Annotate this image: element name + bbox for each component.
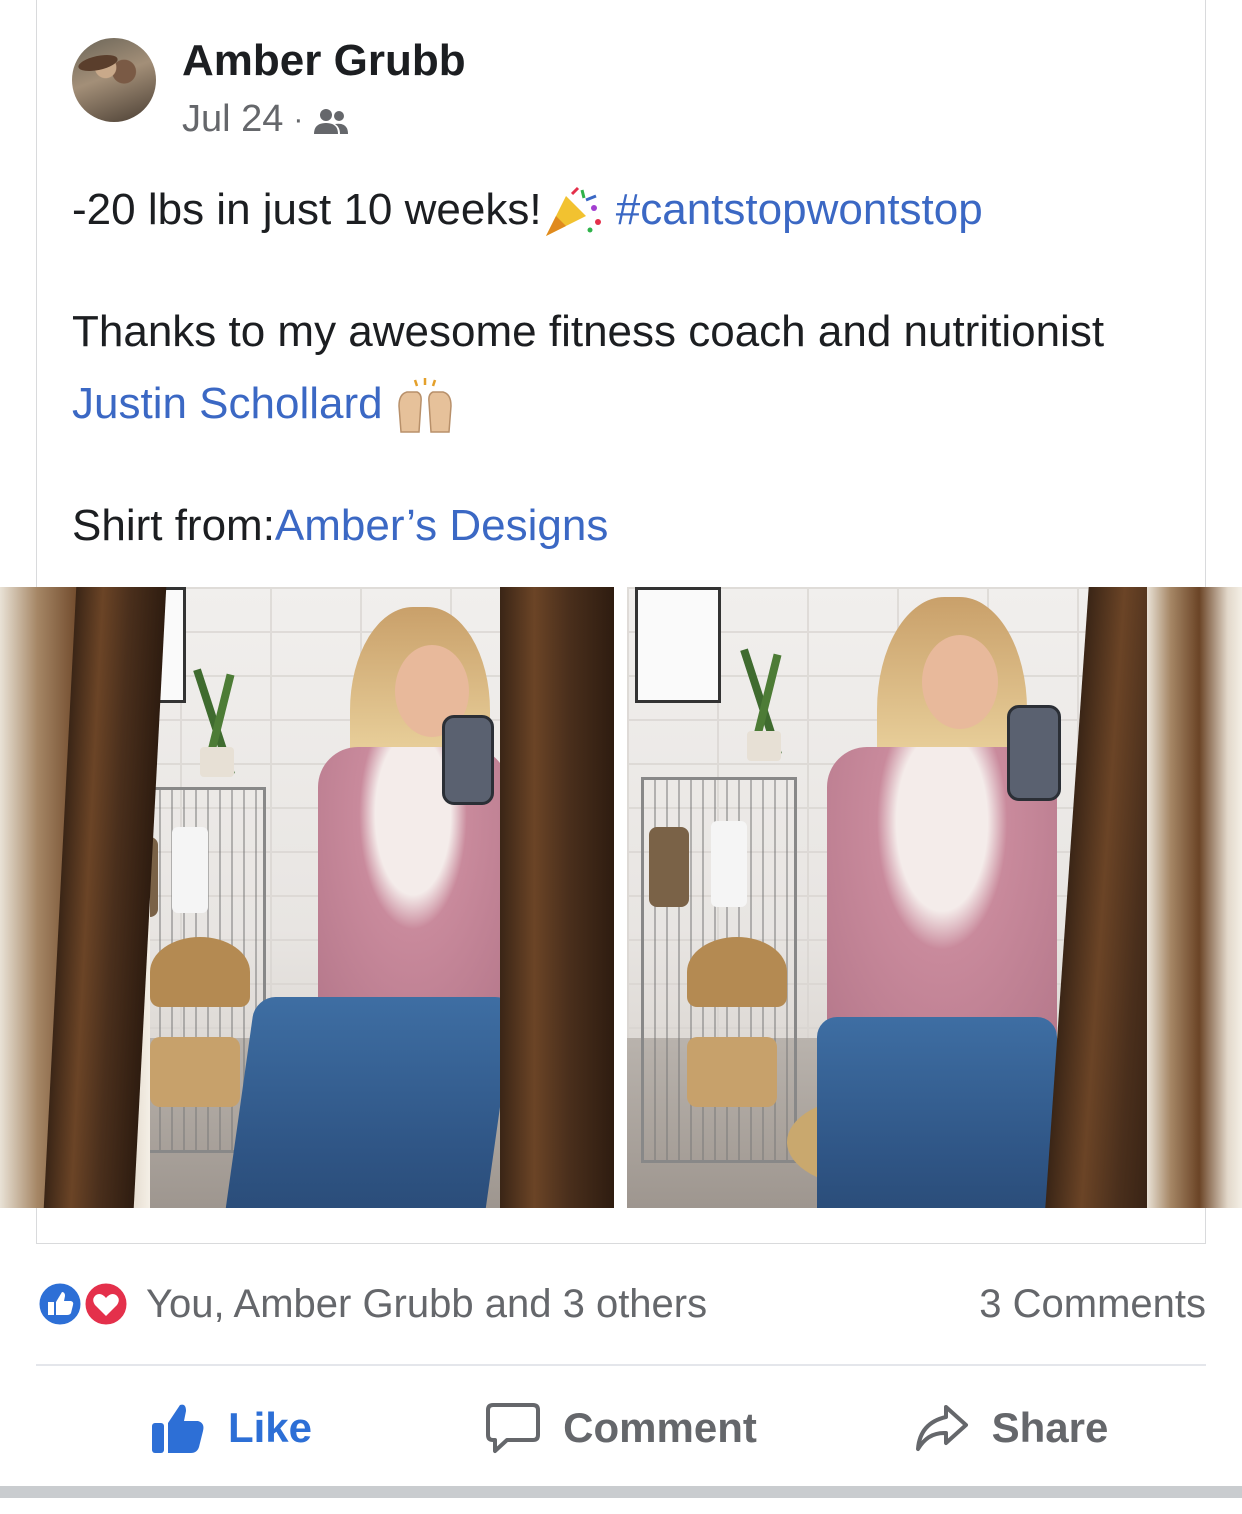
paper-towel-roll	[172, 827, 208, 913]
thumbs-up-icon	[151, 1404, 204, 1453]
reactions-bar[interactable]: You, Amber Grubb and 3 others 3 Comments	[36, 1280, 1206, 1336]
post-line-2: Thanks to my awesome fitness coach and n…	[72, 304, 1104, 360]
woven-basket	[150, 937, 250, 1007]
raising-hands-icon	[398, 378, 452, 434]
like-label: Like	[227, 1404, 313, 1451]
post-text-thanks: Thanks to my awesome fitness coach and n…	[72, 307, 1105, 356]
woven-basket	[687, 937, 787, 1007]
avatar-hat-detail	[76, 51, 120, 75]
post-actions: Like Comment Share	[36, 1388, 1206, 1468]
post-line-4: Shirt from:Amber’s Designs	[72, 498, 608, 554]
person-face	[922, 635, 998, 729]
meta-separator: ·	[293, 102, 304, 136]
party-popper-icon	[545, 187, 601, 237]
post-text-weight-loss: -20 lbs in just 10 weeks!	[72, 185, 542, 234]
photo-left[interactable]	[0, 587, 614, 1208]
paper-towel-roll	[711, 821, 747, 907]
avatar[interactable]	[72, 38, 156, 122]
comments-count[interactable]: 3 Comments	[979, 1282, 1206, 1327]
wall-art	[635, 587, 721, 703]
person-jeans	[817, 1017, 1057, 1208]
person-jeans	[224, 997, 516, 1208]
like-button[interactable]: Like	[36, 1388, 426, 1468]
share-label: Share	[991, 1404, 1109, 1451]
phone	[1007, 705, 1061, 801]
storage-basket	[150, 1037, 240, 1107]
reactions-summary[interactable]: You, Amber Grubb and 3 others	[146, 1282, 707, 1327]
post-line-3: Justin Schollard	[72, 376, 455, 436]
hashtag-link[interactable]: #cantstopwontstop	[616, 185, 983, 234]
storage-basket	[687, 1037, 777, 1107]
actions-divider	[36, 1364, 1206, 1366]
like-reaction-icon	[36, 1280, 84, 1328]
phone	[442, 715, 494, 805]
plant	[180, 667, 250, 777]
photo-right[interactable]	[627, 587, 1242, 1208]
reaction-icons[interactable]	[36, 1280, 132, 1328]
bottom-separator	[0, 1486, 1242, 1498]
love-reaction-icon	[82, 1280, 130, 1328]
friends-icon[interactable]	[313, 107, 349, 137]
comment-label: Comment	[563, 1404, 757, 1451]
author-name[interactable]: Amber Grubb	[182, 36, 466, 86]
plant	[727, 647, 797, 767]
post-line-1: -20 lbs in just 10 weeks! #cantstopwonts…	[72, 182, 983, 238]
post-date[interactable]: Jul 24	[182, 98, 283, 141]
basket	[649, 827, 689, 907]
post-meta: Jul 24 ·	[182, 98, 349, 141]
mention-link[interactable]: Justin Schollard	[72, 379, 383, 428]
share-button[interactable]: Share	[816, 1388, 1206, 1468]
share-arrow-icon	[915, 1405, 968, 1451]
shirt-from-label: Shirt from:	[72, 501, 275, 550]
comment-button[interactable]: Comment	[426, 1388, 816, 1468]
designer-link[interactable]: Amber’s Designs	[275, 501, 608, 550]
mirror-frame-right	[500, 587, 614, 1208]
mirror-frame-right	[1147, 587, 1242, 1208]
comment-bubble-icon	[486, 1403, 541, 1453]
